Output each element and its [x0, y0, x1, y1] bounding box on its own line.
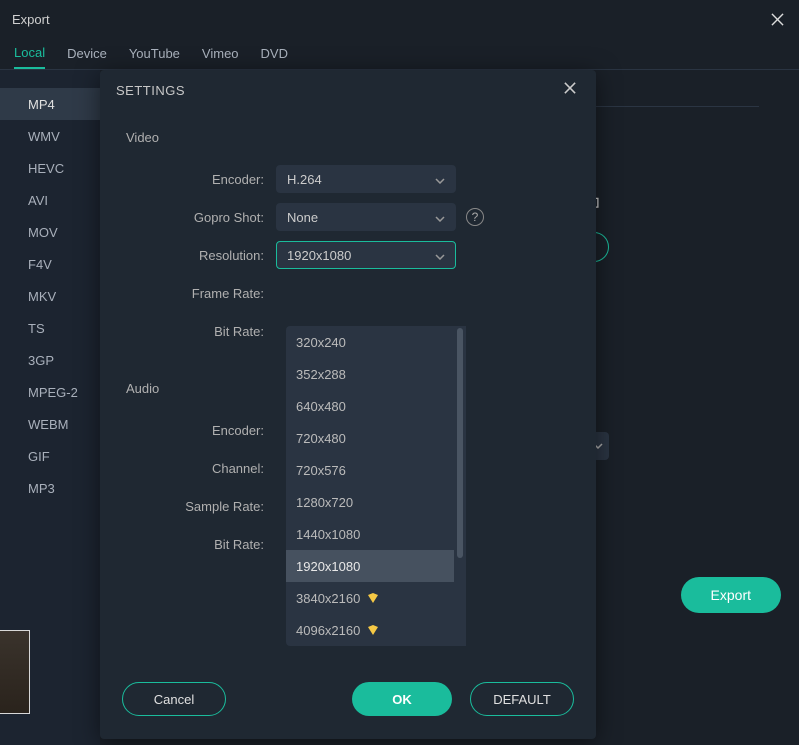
title-bar: Export — [0, 0, 799, 38]
sidebar-item-mp3[interactable]: MP3 — [0, 472, 100, 504]
resolution-option[interactable]: 1440x1080 — [286, 518, 454, 550]
chevron-down-icon — [435, 248, 445, 263]
dropdown-scrollbar[interactable] — [454, 326, 466, 646]
label-frame-rate: Frame Rate: — [126, 286, 276, 301]
sidebar-item-mov[interactable]: MOV — [0, 216, 100, 248]
row-gopro-shot: Gopro Shot: None ? — [126, 203, 570, 231]
row-video-encoder: Encoder: H.264 — [126, 165, 570, 193]
dialog-header: SETTINGS — [100, 70, 596, 110]
select-value: H.264 — [287, 172, 322, 187]
ok-button[interactable]: OK — [352, 682, 452, 716]
resolution-options-list: 320x240 352x288 640x480 720x480 720x576 … — [286, 326, 454, 646]
window-title: Export — [12, 12, 50, 27]
row-resolution: Resolution: 1920x1080 — [126, 241, 570, 269]
option-label: 1440x1080 — [296, 527, 360, 542]
scrollbar-thumb[interactable] — [457, 328, 463, 558]
resolution-option[interactable]: 720x576 — [286, 454, 454, 486]
dialog-title: SETTINGS — [116, 83, 185, 98]
select-value: None — [287, 210, 318, 225]
sidebar-item-gif[interactable]: GIF — [0, 440, 100, 472]
resolution-option[interactable]: 1280x720 — [286, 486, 454, 518]
export-button[interactable]: Export — [681, 577, 781, 613]
label-audio-encoder: Encoder: — [126, 423, 276, 438]
chevron-down-icon — [435, 210, 445, 225]
close-icon — [564, 82, 576, 94]
label-audio-bitrate: Bit Rate: — [126, 537, 276, 552]
tab-vimeo[interactable]: Vimeo — [202, 38, 239, 69]
option-label: 1280x720 — [296, 495, 353, 510]
window-close-button[interactable] — [767, 9, 787, 29]
diamond-premium-icon — [366, 591, 380, 605]
row-frame-rate: Frame Rate: — [126, 279, 570, 307]
dialog-close-button[interactable] — [564, 81, 576, 99]
diamond-premium-icon — [366, 623, 380, 637]
sidebar-item-webm[interactable]: WEBM — [0, 408, 100, 440]
gopro-help-button[interactable]: ? — [466, 208, 484, 226]
label-video-encoder: Encoder: — [126, 172, 276, 187]
select-video-encoder[interactable]: H.264 — [276, 165, 456, 193]
cancel-button[interactable]: Cancel — [122, 682, 226, 716]
resolution-dropdown-panel: 320x240 352x288 640x480 720x480 720x576 … — [286, 326, 466, 646]
resolution-option[interactable]: 352x288 — [286, 358, 454, 390]
option-label: 3840x2160 — [296, 591, 360, 606]
default-button[interactable]: DEFAULT — [470, 682, 574, 716]
resolution-option[interactable]: 320x240 — [286, 326, 454, 358]
dialog-footer: Cancel OK DEFAULT — [100, 659, 596, 739]
question-icon: ? — [472, 210, 479, 224]
video-thumbnail — [0, 630, 30, 714]
close-icon — [771, 13, 784, 26]
resolution-option[interactable]: 4096x2160 — [286, 614, 454, 646]
tab-youtube[interactable]: YouTube — [129, 38, 180, 69]
option-label: 640x480 — [296, 399, 346, 414]
sidebar-item-wmv[interactable]: WMV — [0, 120, 100, 152]
sidebar-item-f4v[interactable]: F4V — [0, 248, 100, 280]
resolution-option-selected[interactable]: 1920x1080 — [286, 550, 454, 582]
export-tabs: Local Device YouTube Vimeo DVD — [0, 38, 799, 70]
label-channel: Channel: — [126, 461, 276, 476]
sidebar-item-mp4[interactable]: MP4 — [0, 88, 100, 120]
select-gopro[interactable]: None — [276, 203, 456, 231]
select-value: 1920x1080 — [287, 248, 351, 263]
option-label: 720x576 — [296, 463, 346, 478]
tab-local[interactable]: Local — [14, 38, 45, 69]
tab-dvd[interactable]: DVD — [261, 38, 288, 69]
label-gopro: Gopro Shot: — [126, 210, 276, 225]
chevron-down-icon — [435, 172, 445, 187]
sidebar-item-ts[interactable]: TS — [0, 312, 100, 344]
sidebar-item-avi[interactable]: AVI — [0, 184, 100, 216]
sidebar-item-3gp[interactable]: 3GP — [0, 344, 100, 376]
option-label: 4096x2160 — [296, 623, 360, 638]
video-section-label: Video — [126, 130, 570, 145]
sidebar-item-hevc[interactable]: HEVC — [0, 152, 100, 184]
dialog-body: Video Encoder: H.264 Gopro Shot: None ? … — [100, 110, 596, 659]
select-resolution[interactable]: 1920x1080 — [276, 241, 456, 269]
resolution-option[interactable]: 3840x2160 — [286, 582, 454, 614]
option-label: 352x288 — [296, 367, 346, 382]
label-video-bitrate: Bit Rate: — [126, 324, 276, 339]
resolution-option[interactable]: 720x480 — [286, 422, 454, 454]
sidebar-item-mpeg2[interactable]: MPEG-2 — [0, 376, 100, 408]
resolution-option[interactable]: 640x480 — [286, 390, 454, 422]
settings-dialog: SETTINGS Video Encoder: H.264 Gopro Shot… — [100, 70, 596, 739]
tab-device[interactable]: Device — [67, 38, 107, 69]
label-resolution: Resolution: — [126, 248, 276, 263]
option-label: 1920x1080 — [296, 559, 360, 574]
option-label: 320x240 — [296, 335, 346, 350]
label-sample-rate: Sample Rate: — [126, 499, 276, 514]
option-label: 720x480 — [296, 431, 346, 446]
sidebar-item-mkv[interactable]: MKV — [0, 280, 100, 312]
